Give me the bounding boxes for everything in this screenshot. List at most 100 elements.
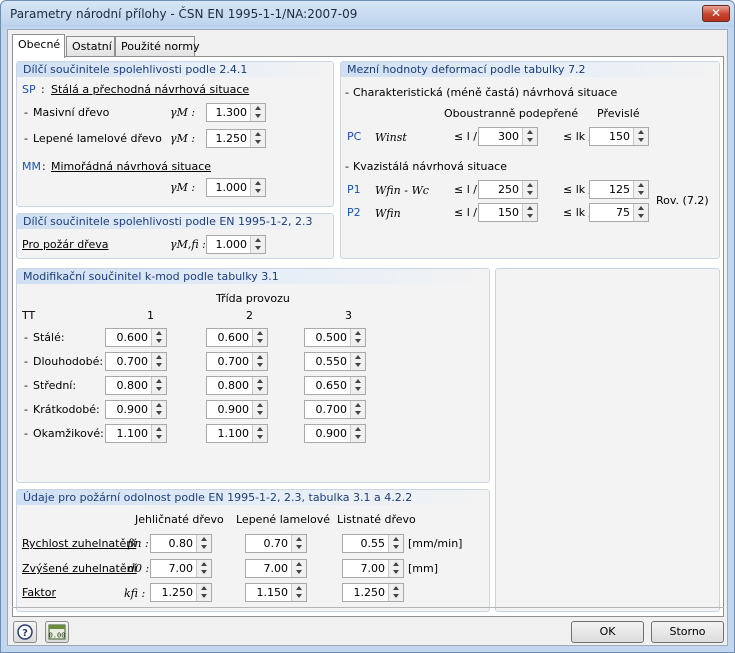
spinner-arrows-icon[interactable] <box>522 181 537 198</box>
spinner-arrows-icon[interactable] <box>291 560 306 577</box>
value: 0.500 <box>315 331 348 344</box>
row-bullet: - <box>24 106 28 119</box>
tab-obecne[interactable]: Obecné <box>12 34 65 58</box>
spinner-arrows-icon[interactable] <box>291 535 306 552</box>
spinner-arrows-icon[interactable] <box>350 377 365 394</box>
svg-text:?: ? <box>22 628 28 639</box>
service-class-label: Třída provozu <box>216 292 290 305</box>
pc-span-ratio-spinner[interactable]: 300 <box>478 127 538 146</box>
row-bullet: - <box>24 403 28 416</box>
sp-code: SP <box>22 83 36 96</box>
spinner-arrows-icon[interactable] <box>252 377 267 394</box>
group-partial-factors: Dílčí součinitele spolehlivosti podle 2.… <box>16 61 334 207</box>
gamma-m-solid-spinner[interactable]: 1.300 <box>206 103 266 122</box>
fire-spinner[interactable]: 7.00 <box>342 559 404 578</box>
spinner-arrows-icon[interactable] <box>252 401 267 418</box>
kmod-spinner[interactable]: 0.900 <box>304 424 366 443</box>
spinner-arrows-icon[interactable] <box>522 128 537 145</box>
spinner-arrows-icon[interactable] <box>350 353 365 370</box>
fire-spinner[interactable]: 1.250 <box>342 583 404 602</box>
help-button[interactable]: ? <box>13 621 37 643</box>
pc-cantilever-ratio-spinner[interactable]: 150 <box>589 127 649 146</box>
kmod-spinner[interactable]: 1.100 <box>105 424 167 443</box>
close-button[interactable]: ✕ <box>702 5 730 22</box>
fire-spinner[interactable]: 0.55 <box>342 534 404 553</box>
kmod-spinner[interactable]: 0.500 <box>304 328 366 347</box>
w-inst-symbol: Winst <box>375 131 407 144</box>
spinner-arrows-icon[interactable] <box>250 236 265 253</box>
units-icon-text: 0.00 <box>49 632 66 640</box>
fire-spinner[interactable]: 7.00 <box>245 559 307 578</box>
fire-spinner[interactable]: 1.150 <box>245 583 307 602</box>
gamma-m-accidental-spinner[interactable]: 1.000 <box>206 178 266 197</box>
units-button[interactable]: 0.00 <box>45 621 69 643</box>
spinner-arrows-icon[interactable] <box>151 401 166 418</box>
spinner-arrows-icon[interactable] <box>250 104 265 121</box>
spinner-arrows-icon[interactable] <box>350 401 365 418</box>
window-title: Parametry národní přílohy - ČSN EN 1995-… <box>10 7 358 21</box>
fire-spinner[interactable]: 0.70 <box>245 534 307 553</box>
p1-cantilever-ratio-spinner[interactable]: 125 <box>589 180 649 199</box>
gamma-m-fi-spinner[interactable]: 1.000 <box>206 235 266 254</box>
class-2-header: 2 <box>246 309 253 322</box>
value: 300 <box>498 130 519 143</box>
kmod-spinner[interactable]: 1.100 <box>206 424 268 443</box>
value: 150 <box>498 206 519 219</box>
kmod-spinner[interactable]: 0.700 <box>206 352 268 371</box>
row-bullet: - <box>345 160 349 173</box>
spinner-arrows-icon[interactable] <box>350 329 365 346</box>
spinner-arrows-icon[interactable] <box>388 560 403 577</box>
spinner-arrows-icon[interactable] <box>250 179 265 196</box>
group-title: Údaje pro požární odolnost podle EN 1995… <box>17 490 489 505</box>
tab-ostatni[interactable]: Ostatní <box>66 36 115 57</box>
tab-pouzite-normy[interactable]: Použité normy <box>115 36 200 57</box>
spinner-arrows-icon[interactable] <box>388 535 403 552</box>
fire-spinner[interactable]: 7.00 <box>150 559 212 578</box>
p1-span-ratio-spinner[interactable]: 250 <box>478 180 538 199</box>
gamma-m-symbol: γM : <box>170 132 196 145</box>
spinner-arrows-icon[interactable] <box>633 181 648 198</box>
gamma-m-symbol: γM : <box>170 106 196 119</box>
row-bullet: - <box>24 379 28 392</box>
sp-colon: : <box>41 83 45 96</box>
kmod-spinner[interactable]: 0.800 <box>105 376 167 395</box>
spinner-arrows-icon[interactable] <box>522 204 537 221</box>
spinner-arrows-icon[interactable] <box>633 204 648 221</box>
group-title: Dílčí součinitele spolehlivosti podle 2.… <box>17 62 333 77</box>
kmod-spinner[interactable]: 0.900 <box>105 400 167 419</box>
p2-cantilever-ratio-spinner[interactable]: 75 <box>589 203 649 222</box>
spinner-arrows-icon[interactable] <box>196 535 211 552</box>
kmod-spinner[interactable]: 0.900 <box>206 400 268 419</box>
fire-spinner[interactable]: 0.80 <box>150 534 212 553</box>
spinner-arrows-icon[interactable] <box>196 560 211 577</box>
spinner-arrows-icon[interactable] <box>196 584 211 601</box>
ok-button[interactable]: OK <box>571 621 644 643</box>
kmod-spinner[interactable]: 0.650 <box>304 376 366 395</box>
kmod-spinner[interactable]: 0.600 <box>105 328 167 347</box>
kmod-spinner[interactable]: 0.800 <box>206 376 268 395</box>
spinner-arrows-icon[interactable] <box>250 130 265 147</box>
spinner-arrows-icon[interactable] <box>633 128 648 145</box>
value: 75 <box>616 206 630 219</box>
spinner-arrows-icon[interactable] <box>252 353 267 370</box>
spinner-arrows-icon[interactable] <box>151 377 166 394</box>
spinner-arrows-icon[interactable] <box>151 425 166 442</box>
kmod-spinner[interactable]: 0.700 <box>105 352 167 371</box>
p2-span-ratio-spinner[interactable]: 150 <box>478 203 538 222</box>
spinner-arrows-icon[interactable] <box>350 425 365 442</box>
spinner-arrows-icon[interactable] <box>151 353 166 370</box>
fire-spinner[interactable]: 1.250 <box>150 583 212 602</box>
kmod-spinner[interactable]: 0.600 <box>206 328 268 347</box>
kmod-row-label: Krátkodobé: <box>33 403 100 416</box>
kmod-spinner[interactable]: 0.700 <box>304 400 366 419</box>
spinner-arrows-icon[interactable] <box>291 584 306 601</box>
spinner-arrows-icon[interactable] <box>252 425 267 442</box>
spinner-arrows-icon[interactable] <box>388 584 403 601</box>
spinner-arrows-icon[interactable] <box>151 329 166 346</box>
mm-code: MM <box>22 160 41 173</box>
empty-panel <box>495 268 720 612</box>
kmod-spinner[interactable]: 0.550 <box>304 352 366 371</box>
spinner-arrows-icon[interactable] <box>252 329 267 346</box>
gamma-m-glulam-spinner[interactable]: 1.250 <box>206 129 266 148</box>
cancel-button[interactable]: Storno <box>651 621 724 643</box>
